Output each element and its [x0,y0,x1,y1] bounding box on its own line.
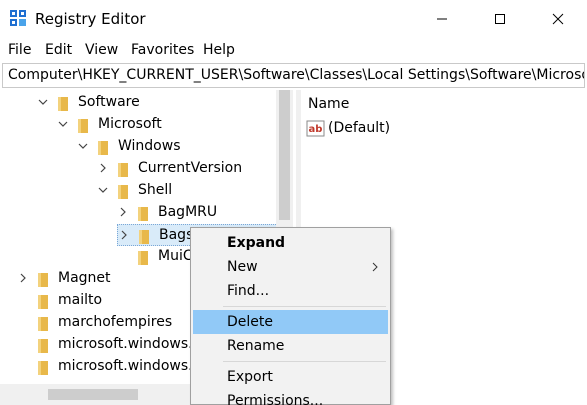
menu-item-label: Expand [227,235,286,251]
tree-item-label: Microsoft [98,116,162,132]
menu-bar: File Edit View Favorites Help [0,38,587,62]
menu-item-label: Permissions... [227,393,324,405]
folder-icon [118,163,128,177]
tree-item-label: microsoft.windows.c [58,358,201,374]
folder-icon [138,251,148,265]
menu-help[interactable]: Help [203,42,235,58]
column-header-name[interactable]: Name [308,96,349,112]
folder-icon [58,97,68,111]
tree-item-label: Windows [118,138,181,154]
chevron-down-icon[interactable] [37,96,49,108]
tree-item[interactable]: BagMRU [117,202,280,224]
menu-separator [223,361,386,362]
tree-item-label: microsoft.windows.c [58,336,201,352]
menu-favorites[interactable]: Favorites [131,42,194,58]
tree-item-label: Software [78,94,140,110]
context-menu: Expand New Find... Delete Rename Export … [190,227,391,405]
minimize-icon [437,18,447,20]
close-icon [552,13,564,25]
menu-item-label: Export [227,369,273,385]
folder-icon [118,185,128,199]
minimize-button[interactable] [413,0,471,38]
menu-item-expand[interactable]: Expand [193,231,388,255]
tree-item-label: Shell [138,182,173,198]
tree-item-label: MuiC [158,248,193,264]
menu-item-label: Rename [227,338,285,354]
tree-item[interactable]: Shell [97,180,280,202]
menu-item-delete[interactable]: Delete [193,310,388,334]
menu-item-find[interactable]: Find... [193,279,388,303]
address-bar[interactable]: Computer\HKEY_CURRENT_USER\Software\Clas… [2,63,585,88]
menu-item-permissions[interactable]: Permissions... [193,389,388,405]
chevron-down-icon[interactable] [97,184,109,196]
menu-item-rename[interactable]: Rename [193,334,388,358]
chevron-right-icon[interactable] [118,229,130,241]
tree-item-label: Magnet [58,270,111,286]
menu-item-label: Delete [227,314,273,330]
value-name: (Default) [328,120,391,136]
maximize-icon [495,14,505,24]
scrollbar-thumb[interactable] [48,389,138,400]
registry-editor-icon [10,10,26,26]
folder-icon [38,295,48,309]
chevron-right-icon [372,262,378,272]
tree-item[interactable]: CurrentVersion [97,158,280,180]
folder-icon [38,361,48,375]
menu-item-export[interactable]: Export [193,365,388,389]
tree-item-label: marchofempires [58,314,173,330]
tree-item-label: Bags [159,227,194,243]
maximize-button[interactable] [471,0,529,38]
folder-icon [78,119,88,133]
close-button[interactable] [529,0,587,38]
tree-item[interactable]: Software [37,92,280,114]
tree-item-label: BagMRU [158,204,218,220]
menu-file[interactable]: File [8,42,31,58]
menu-edit[interactable]: Edit [45,42,72,58]
scrollbar-thumb[interactable] [279,90,290,220]
folder-icon [138,207,148,221]
tree-item-label: mailto [58,292,103,308]
chevron-right-icon[interactable] [117,206,129,218]
menu-separator [223,306,386,307]
tree-item[interactable]: Windows [77,136,280,158]
menu-item-label: Find... [227,283,270,299]
string-value-icon: ab [306,120,325,137]
chevron-right-icon[interactable] [97,162,109,174]
folder-icon [38,273,48,287]
menu-view[interactable]: View [85,42,118,58]
svg-text:ab: ab [309,124,323,135]
title-bar: Registry Editor [0,0,587,38]
tree-item-label: CurrentVersion [138,160,243,176]
menu-item-label: New [227,259,258,275]
chevron-down-icon[interactable] [57,118,69,130]
folder-icon [38,317,48,331]
folder-icon [38,339,48,353]
folder-icon [98,141,108,155]
chevron-right-icon[interactable] [17,272,29,284]
tree-item[interactable]: Microsoft [57,114,280,136]
window-title: Registry Editor [35,10,146,28]
menu-item-new[interactable]: New [193,255,388,279]
address-path[interactable]: Computer\HKEY_CURRENT_USER\Software\Clas… [8,67,584,83]
chevron-down-icon[interactable] [77,140,89,152]
folder-icon [139,230,149,244]
